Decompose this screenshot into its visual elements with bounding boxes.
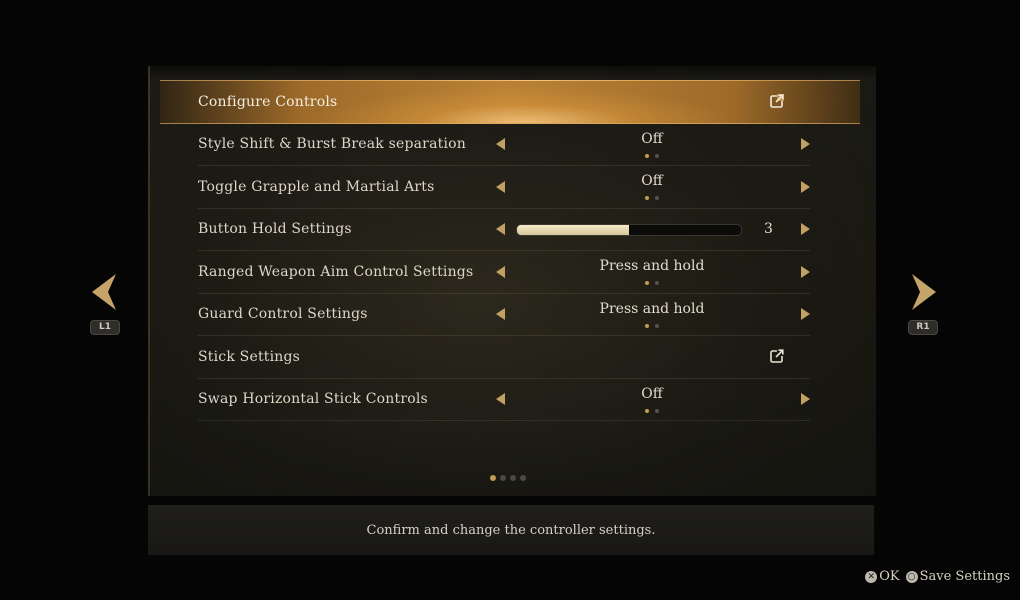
row-guard-control[interactable]: Guard Control Settings Press and hold: [198, 294, 810, 336]
next-page-arrow-icon[interactable]: [906, 272, 940, 312]
page-dot: [510, 475, 516, 481]
left-arrow-icon[interactable]: [496, 308, 505, 321]
row-ranged-weapon-aim[interactable]: Ranged Weapon Aim Control Settings Press…: [198, 251, 810, 294]
row-stick-settings[interactable]: Stick Settings: [198, 336, 810, 379]
hold-slider[interactable]: [516, 223, 742, 236]
right-arrow-icon[interactable]: [801, 308, 810, 321]
option-value: Press and hold: [599, 258, 705, 274]
row-swap-horizontal-stick[interactable]: Swap Horizontal Stick Controls Off: [198, 379, 810, 421]
settings-list: Configure Controls Style Shift & Burst B…: [160, 80, 860, 421]
external-link-icon: [770, 349, 784, 363]
option-value: Off: [641, 173, 663, 189]
left-arrow-icon[interactable]: [496, 265, 505, 278]
option-dots: [518, 406, 786, 413]
row-label: Style Shift & Burst Break separation: [198, 136, 466, 153]
prev-page-arrow-icon[interactable]: [88, 272, 122, 312]
page-indicator: [490, 475, 526, 481]
footer-hints: ✕ OK ○ Save Settings: [865, 569, 1010, 584]
right-arrow-icon[interactable]: [801, 223, 810, 236]
option-dots: [518, 151, 786, 158]
circle-button-icon: ○: [905, 570, 918, 583]
slider-value: 3: [764, 220, 773, 237]
option-value: Off: [641, 130, 663, 147]
page-dot: [500, 475, 506, 481]
option-value: Press and hold: [599, 300, 705, 317]
page-dot: [520, 475, 526, 481]
option-dots: [518, 193, 786, 200]
row-toggle-grapple[interactable]: Toggle Grapple and Martial Arts Off: [198, 166, 810, 209]
row-label: Stick Settings: [198, 348, 301, 365]
external-link-icon: [770, 94, 784, 108]
save-hint[interactable]: ○ Save Settings: [905, 569, 1010, 584]
cross-button-icon: ✕: [865, 570, 878, 583]
row-label: Guard Control Settings: [198, 306, 368, 323]
row-style-shift[interactable]: Style Shift & Burst Break separation Off: [198, 124, 810, 166]
row-label: Toggle Grapple and Martial Arts: [198, 178, 435, 195]
row-label: Configure Controls: [198, 93, 338, 110]
save-label: Save Settings: [919, 569, 1010, 584]
left-arrow-icon[interactable]: [496, 393, 505, 406]
ok-label: OK: [879, 569, 900, 584]
right-arrow-icon[interactable]: [801, 265, 810, 278]
description-bar: Confirm and change the controller settin…: [148, 505, 874, 555]
ok-hint[interactable]: ✕ OK: [865, 569, 900, 584]
right-arrow-icon[interactable]: [801, 138, 810, 151]
l1-button-label: L1: [90, 320, 120, 335]
option-dots: [518, 278, 786, 285]
description-text: Confirm and change the controller settin…: [366, 522, 656, 538]
row-configure-controls[interactable]: Configure Controls: [160, 80, 860, 124]
slider-fill: [517, 224, 629, 235]
left-arrow-icon[interactable]: [496, 180, 505, 193]
page-dot: [490, 475, 496, 481]
right-arrow-icon[interactable]: [801, 180, 810, 193]
left-arrow-icon[interactable]: [496, 223, 505, 236]
r1-button-label: R1: [908, 320, 938, 335]
right-arrow-icon[interactable]: [801, 393, 810, 406]
left-arrow-icon[interactable]: [496, 138, 505, 151]
row-label: Ranged Weapon Aim Control Settings: [198, 263, 474, 280]
option-value: Off: [641, 385, 663, 402]
option-dots: [518, 321, 786, 328]
row-label: Swap Horizontal Stick Controls: [198, 391, 428, 408]
row-button-hold[interactable]: Button Hold Settings 3: [198, 209, 810, 251]
row-label: Button Hold Settings: [198, 221, 352, 238]
